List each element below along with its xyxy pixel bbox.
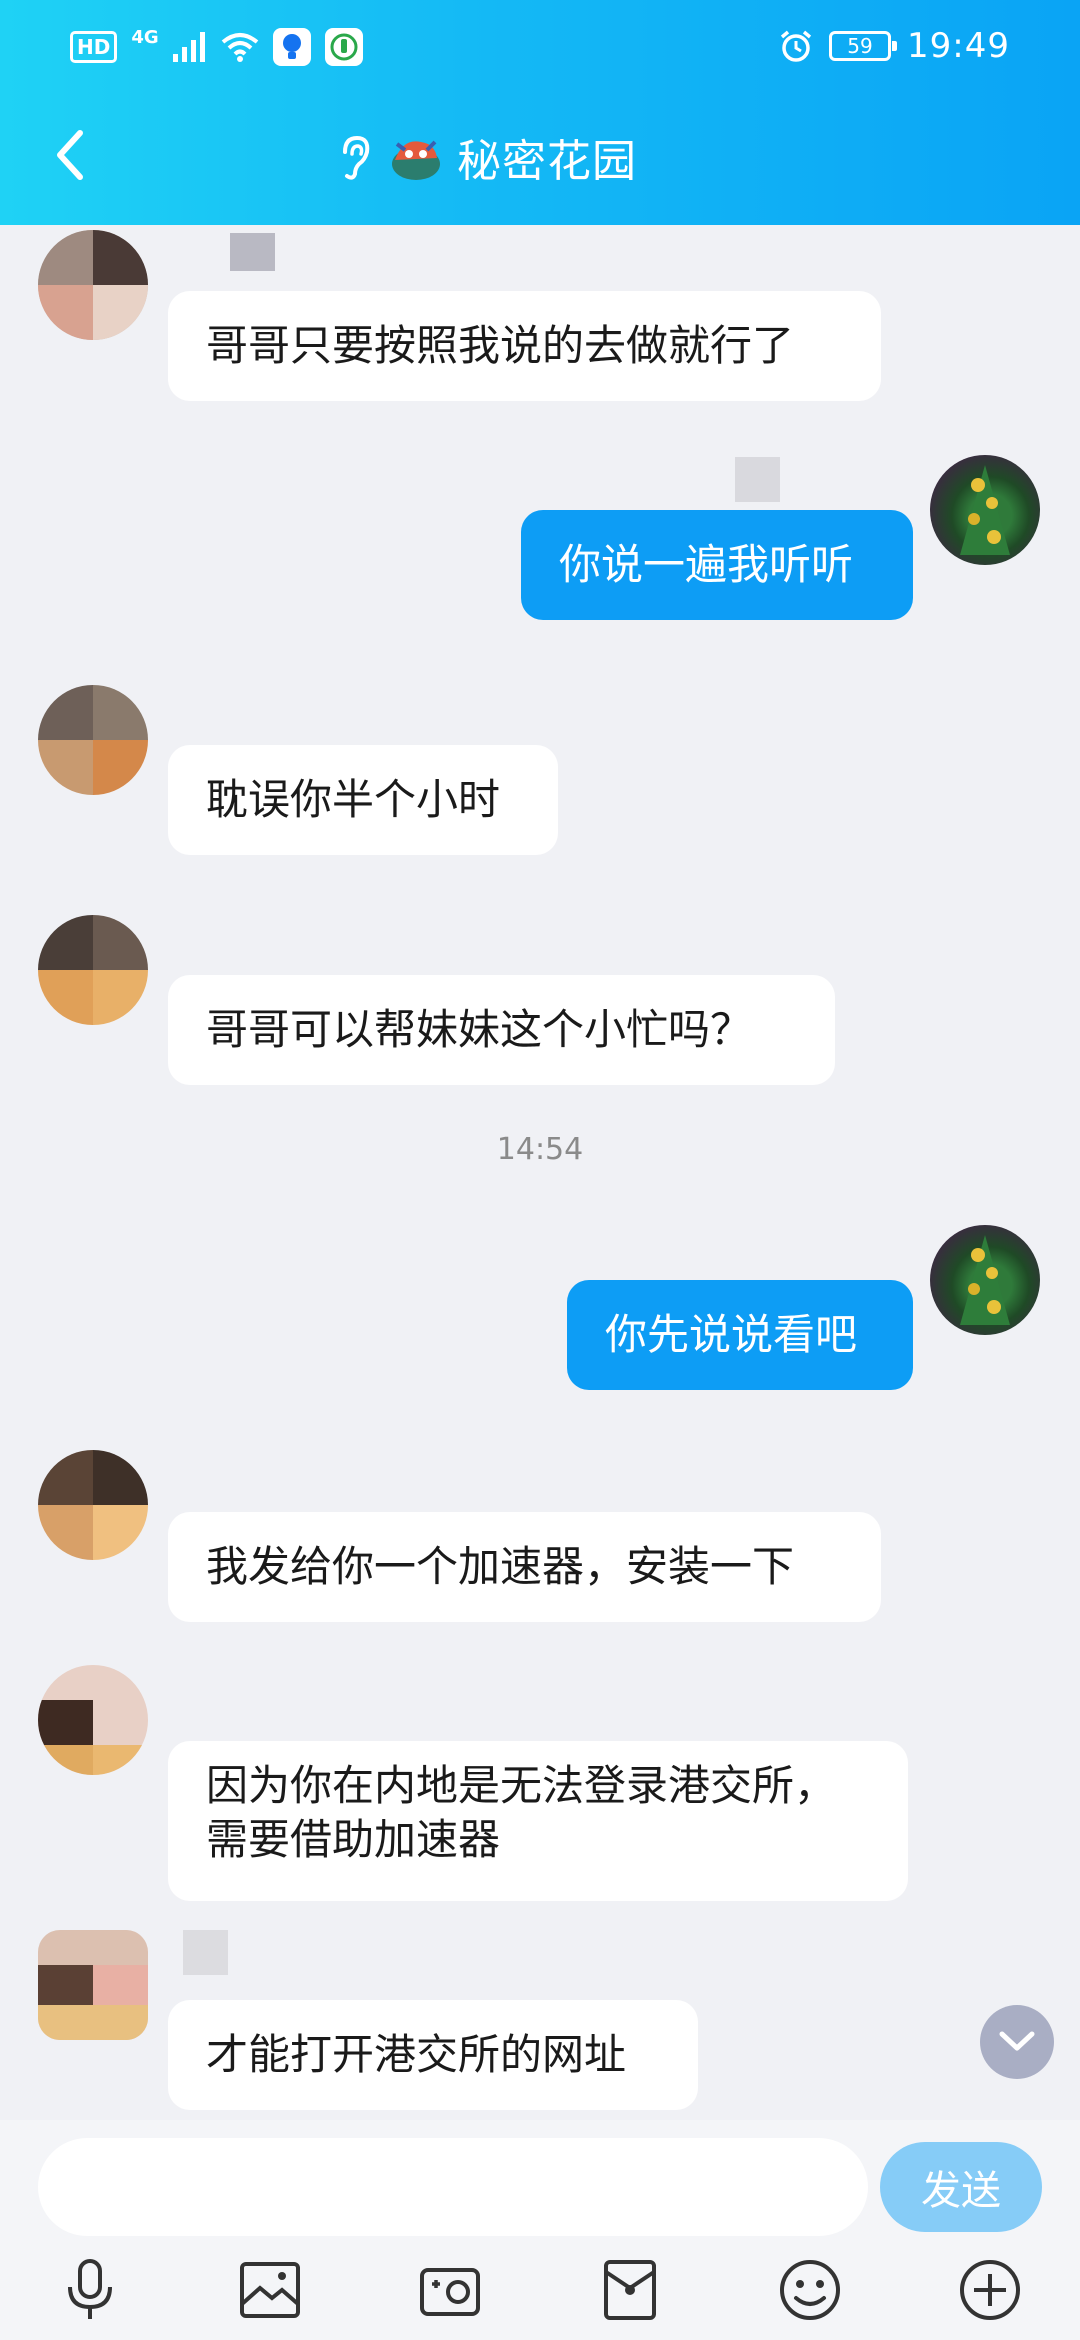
clock: 19:49: [907, 26, 1010, 66]
image-button[interactable]: [230, 2250, 310, 2330]
avatar[interactable]: [38, 1450, 148, 1560]
avatar[interactable]: [38, 1665, 148, 1775]
alarm-icon: [780, 30, 812, 62]
plus-icon: [960, 2260, 1020, 2320]
time-separator: 14:54: [496, 1132, 584, 1167]
signal-icon: [172, 32, 205, 62]
message-incoming: 哥哥只要按照我说的去做就行了: [0, 225, 1080, 425]
back-button[interactable]: [50, 125, 110, 191]
ear-icon: [343, 135, 370, 180]
plug-app-icon: [324, 28, 363, 66]
message-bubble[interactable]: 才能打开港交所的网址: [168, 2000, 698, 2110]
message-incoming: 因为你在内地是无法登录港交所，需要借助加速器: [0, 1655, 1080, 1915]
avatar[interactable]: [38, 685, 148, 795]
group-avatar-icon: [392, 140, 440, 180]
image-icon: [240, 2262, 300, 2318]
toolbar: [0, 2250, 1080, 2340]
microphone-icon: [68, 2259, 112, 2319]
message-bubble[interactable]: 你说一遍我听听: [521, 510, 913, 620]
message-list[interactable]: 哥哥只要按照我说的去做就行了 你说一遍我听听 耽误你半个小时 哥哥可以帮妹妹这个…: [0, 225, 1080, 2120]
message-input[interactable]: [38, 2138, 868, 2236]
avatar[interactable]: [38, 230, 148, 340]
hd-icon: HD: [70, 31, 118, 63]
more-button[interactable]: [950, 2250, 1030, 2330]
avatar[interactable]: [930, 1225, 1040, 1335]
status-right: 59 19:49: [779, 26, 1010, 66]
send-button[interactable]: 发送: [880, 2142, 1042, 2232]
avatar[interactable]: [38, 915, 148, 1025]
sender-name-mosaic: [183, 1930, 228, 1975]
network-type: 4G: [131, 26, 159, 48]
emoji-icon: [780, 2260, 840, 2320]
chevron-down-icon: [999, 2031, 1035, 2051]
message-bubble[interactable]: 哥哥只要按照我说的去做就行了: [168, 291, 881, 401]
camera-button[interactable]: [410, 2250, 490, 2330]
message-bubble[interactable]: 我发给你一个加速器，安装一下: [168, 1512, 881, 1622]
input-area: 发送: [0, 2120, 1080, 2340]
avatar[interactable]: [38, 1930, 148, 2040]
microphone-button[interactable]: [50, 2250, 130, 2330]
scroll-to-bottom-button[interactable]: [980, 2005, 1054, 2079]
message-bubble[interactable]: 耽误你半个小时: [168, 745, 558, 855]
status-bar: HD 4G 59 19:49: [0, 0, 1080, 95]
message-incoming: 我发给你一个加速器，安装一下: [0, 1450, 1080, 1650]
message-bubble[interactable]: 你先说说看吧: [567, 1280, 913, 1390]
message-incoming: 哥哥可以帮妹妹这个小忙吗？: [0, 915, 1080, 1115]
header: HD 4G 59 19:49 秘密花园: [0, 0, 1080, 225]
message-incoming: 才能打开港交所的网址: [0, 1930, 1080, 2120]
chat-title[interactable]: 秘密花园: [335, 125, 637, 189]
avatar[interactable]: [930, 455, 1040, 565]
red-packet-icon: [604, 2260, 656, 2320]
sender-name-mosaic: [230, 233, 275, 271]
wifi-icon: [221, 33, 258, 62]
red-packet-button[interactable]: [590, 2250, 670, 2330]
message-outgoing: 你说一遍我听听: [0, 455, 1080, 655]
group-name: 秘密花园: [457, 136, 637, 187]
bulb-app-icon: [272, 28, 311, 66]
battery-icon: 59: [829, 31, 898, 61]
message-outgoing: 你先说说看吧: [0, 1225, 1080, 1425]
emoji-button[interactable]: [770, 2250, 850, 2330]
message-bubble[interactable]: 哥哥可以帮妹妹这个小忙吗？: [168, 975, 835, 1085]
message-bubble[interactable]: 因为你在内地是无法登录港交所，需要借助加速器: [168, 1741, 908, 1901]
message-incoming: 耽误你半个小时: [0, 685, 1080, 885]
camera-icon: [420, 2268, 480, 2316]
status-left: HD 4G: [70, 26, 363, 66]
sender-name-mosaic: [735, 457, 780, 502]
chevron-left-icon: [57, 130, 83, 180]
nav-bar: 秘密花园: [0, 95, 1080, 225]
